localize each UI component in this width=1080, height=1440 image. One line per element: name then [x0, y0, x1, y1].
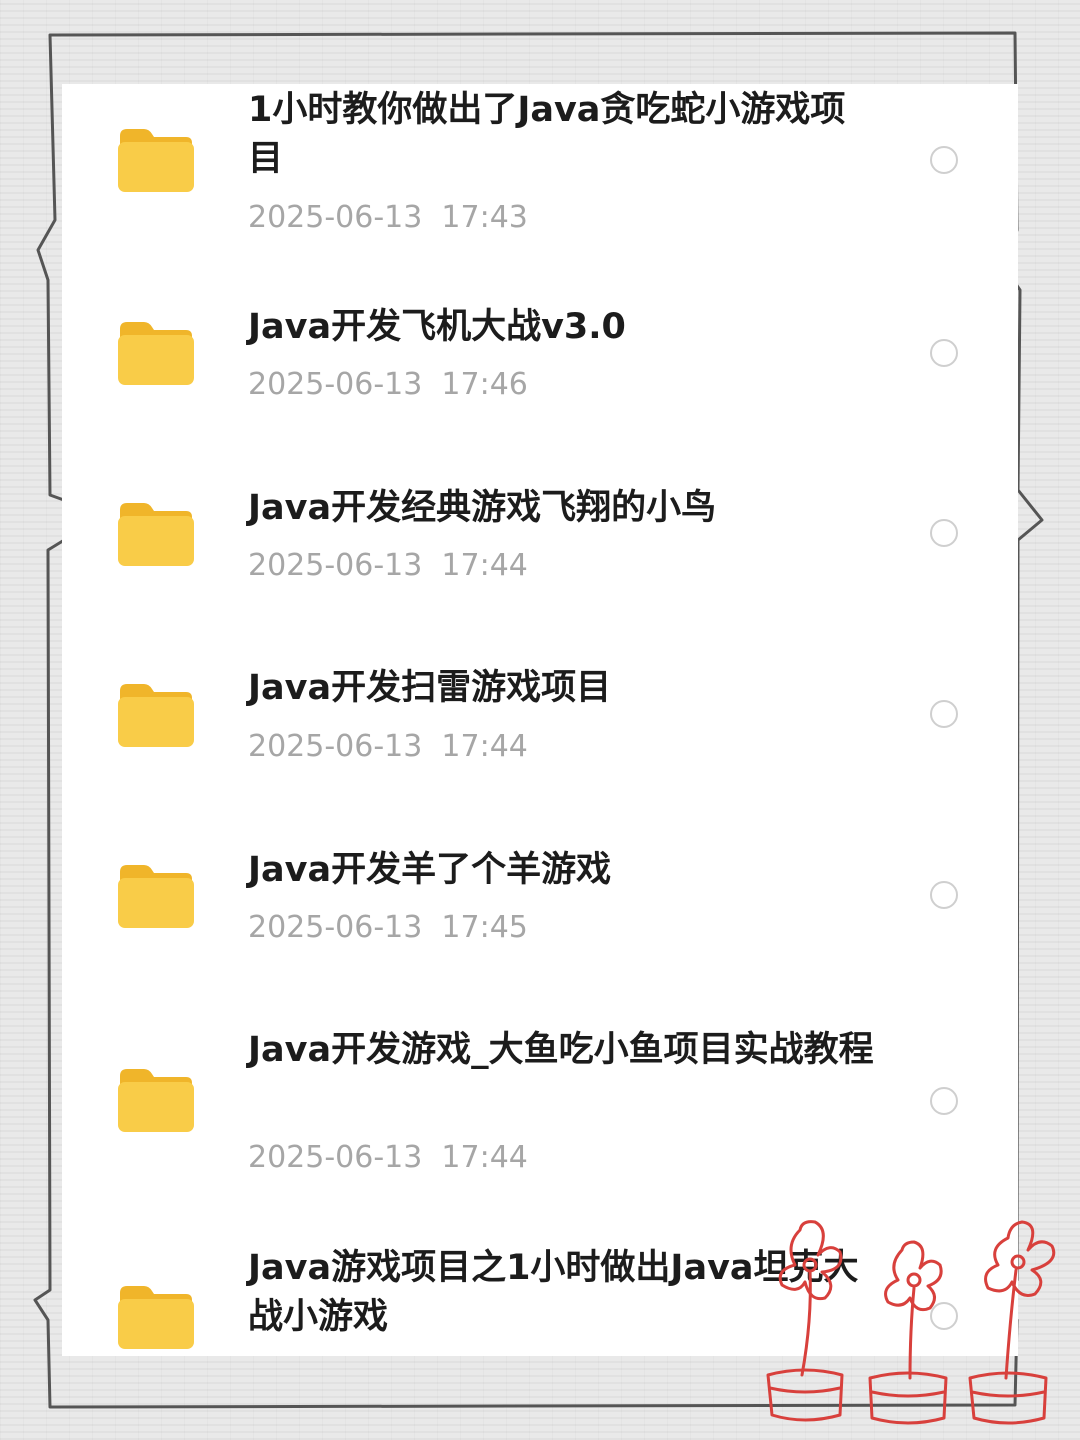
folder-icon	[118, 129, 194, 192]
folder-icon	[118, 1286, 194, 1349]
list-item[interactable]: Java开发经典游戏飞翔的小鸟 2025-06-13 17:44	[62, 464, 1018, 614]
file-title: Java开发经典游戏飞翔的小鸟	[248, 488, 717, 528]
select-radio[interactable]	[930, 146, 958, 174]
file-time: 2025-06-13 17:43	[248, 200, 528, 235]
folder-icon	[118, 503, 194, 566]
file-title: Java开发飞机大战v3.0	[248, 307, 626, 347]
flower-pot-right	[968, 1220, 1056, 1425]
file-time: 2025-06-13 17:44	[248, 548, 528, 583]
flower-doodle	[766, 1220, 1056, 1425]
list-item[interactable]: Java开发羊了个羊游戏 2025-06-13 17:45	[62, 826, 1018, 976]
file-list-panel: 1小时教你做出了Java贪吃蛇小游戏项目 2025-06-13 17:43 Ja…	[62, 84, 1018, 1356]
select-radio[interactable]	[930, 519, 958, 547]
file-time: 2025-06-13 17:45	[248, 910, 528, 945]
file-title: Java开发扫雷游戏项目	[248, 668, 612, 708]
folder-icon	[118, 322, 194, 385]
list-item[interactable]: Java开发扫雷游戏项目 2025-06-13 17:44	[62, 644, 1018, 794]
file-time: 2025-06-13 17:44	[248, 729, 528, 764]
list-item[interactable]: 1小时教你做出了Java贪吃蛇小游戏项目 2025-06-13 17:43	[62, 84, 1018, 264]
folder-icon	[118, 684, 194, 747]
list-item[interactable]: Java开发飞机大战v3.0 2025-06-13 17:46	[62, 284, 1018, 434]
list-item[interactable]: Java开发游戏_大鱼吃小鱼项目实战教程 2025-06-13 17:44	[62, 1024, 1018, 1204]
flower-pot-middle	[868, 1240, 948, 1425]
file-title: 1小时教你做出了Java贪吃蛇小游戏项目	[248, 90, 846, 179]
file-title: Java开发游戏_大鱼吃小鱼项目实战教程	[248, 1030, 874, 1070]
select-radio[interactable]	[930, 1087, 958, 1115]
select-radio[interactable]	[930, 339, 958, 367]
file-title: Java开发羊了个羊游戏	[248, 850, 612, 890]
select-radio[interactable]	[930, 881, 958, 909]
file-time: 2025-06-13 17:44	[248, 1140, 528, 1175]
folder-icon	[118, 1069, 194, 1132]
select-radio[interactable]	[930, 700, 958, 728]
flower-pot-left	[766, 1220, 844, 1422]
folder-icon	[118, 865, 194, 928]
file-time: 2025-06-13 17:46	[248, 367, 528, 402]
